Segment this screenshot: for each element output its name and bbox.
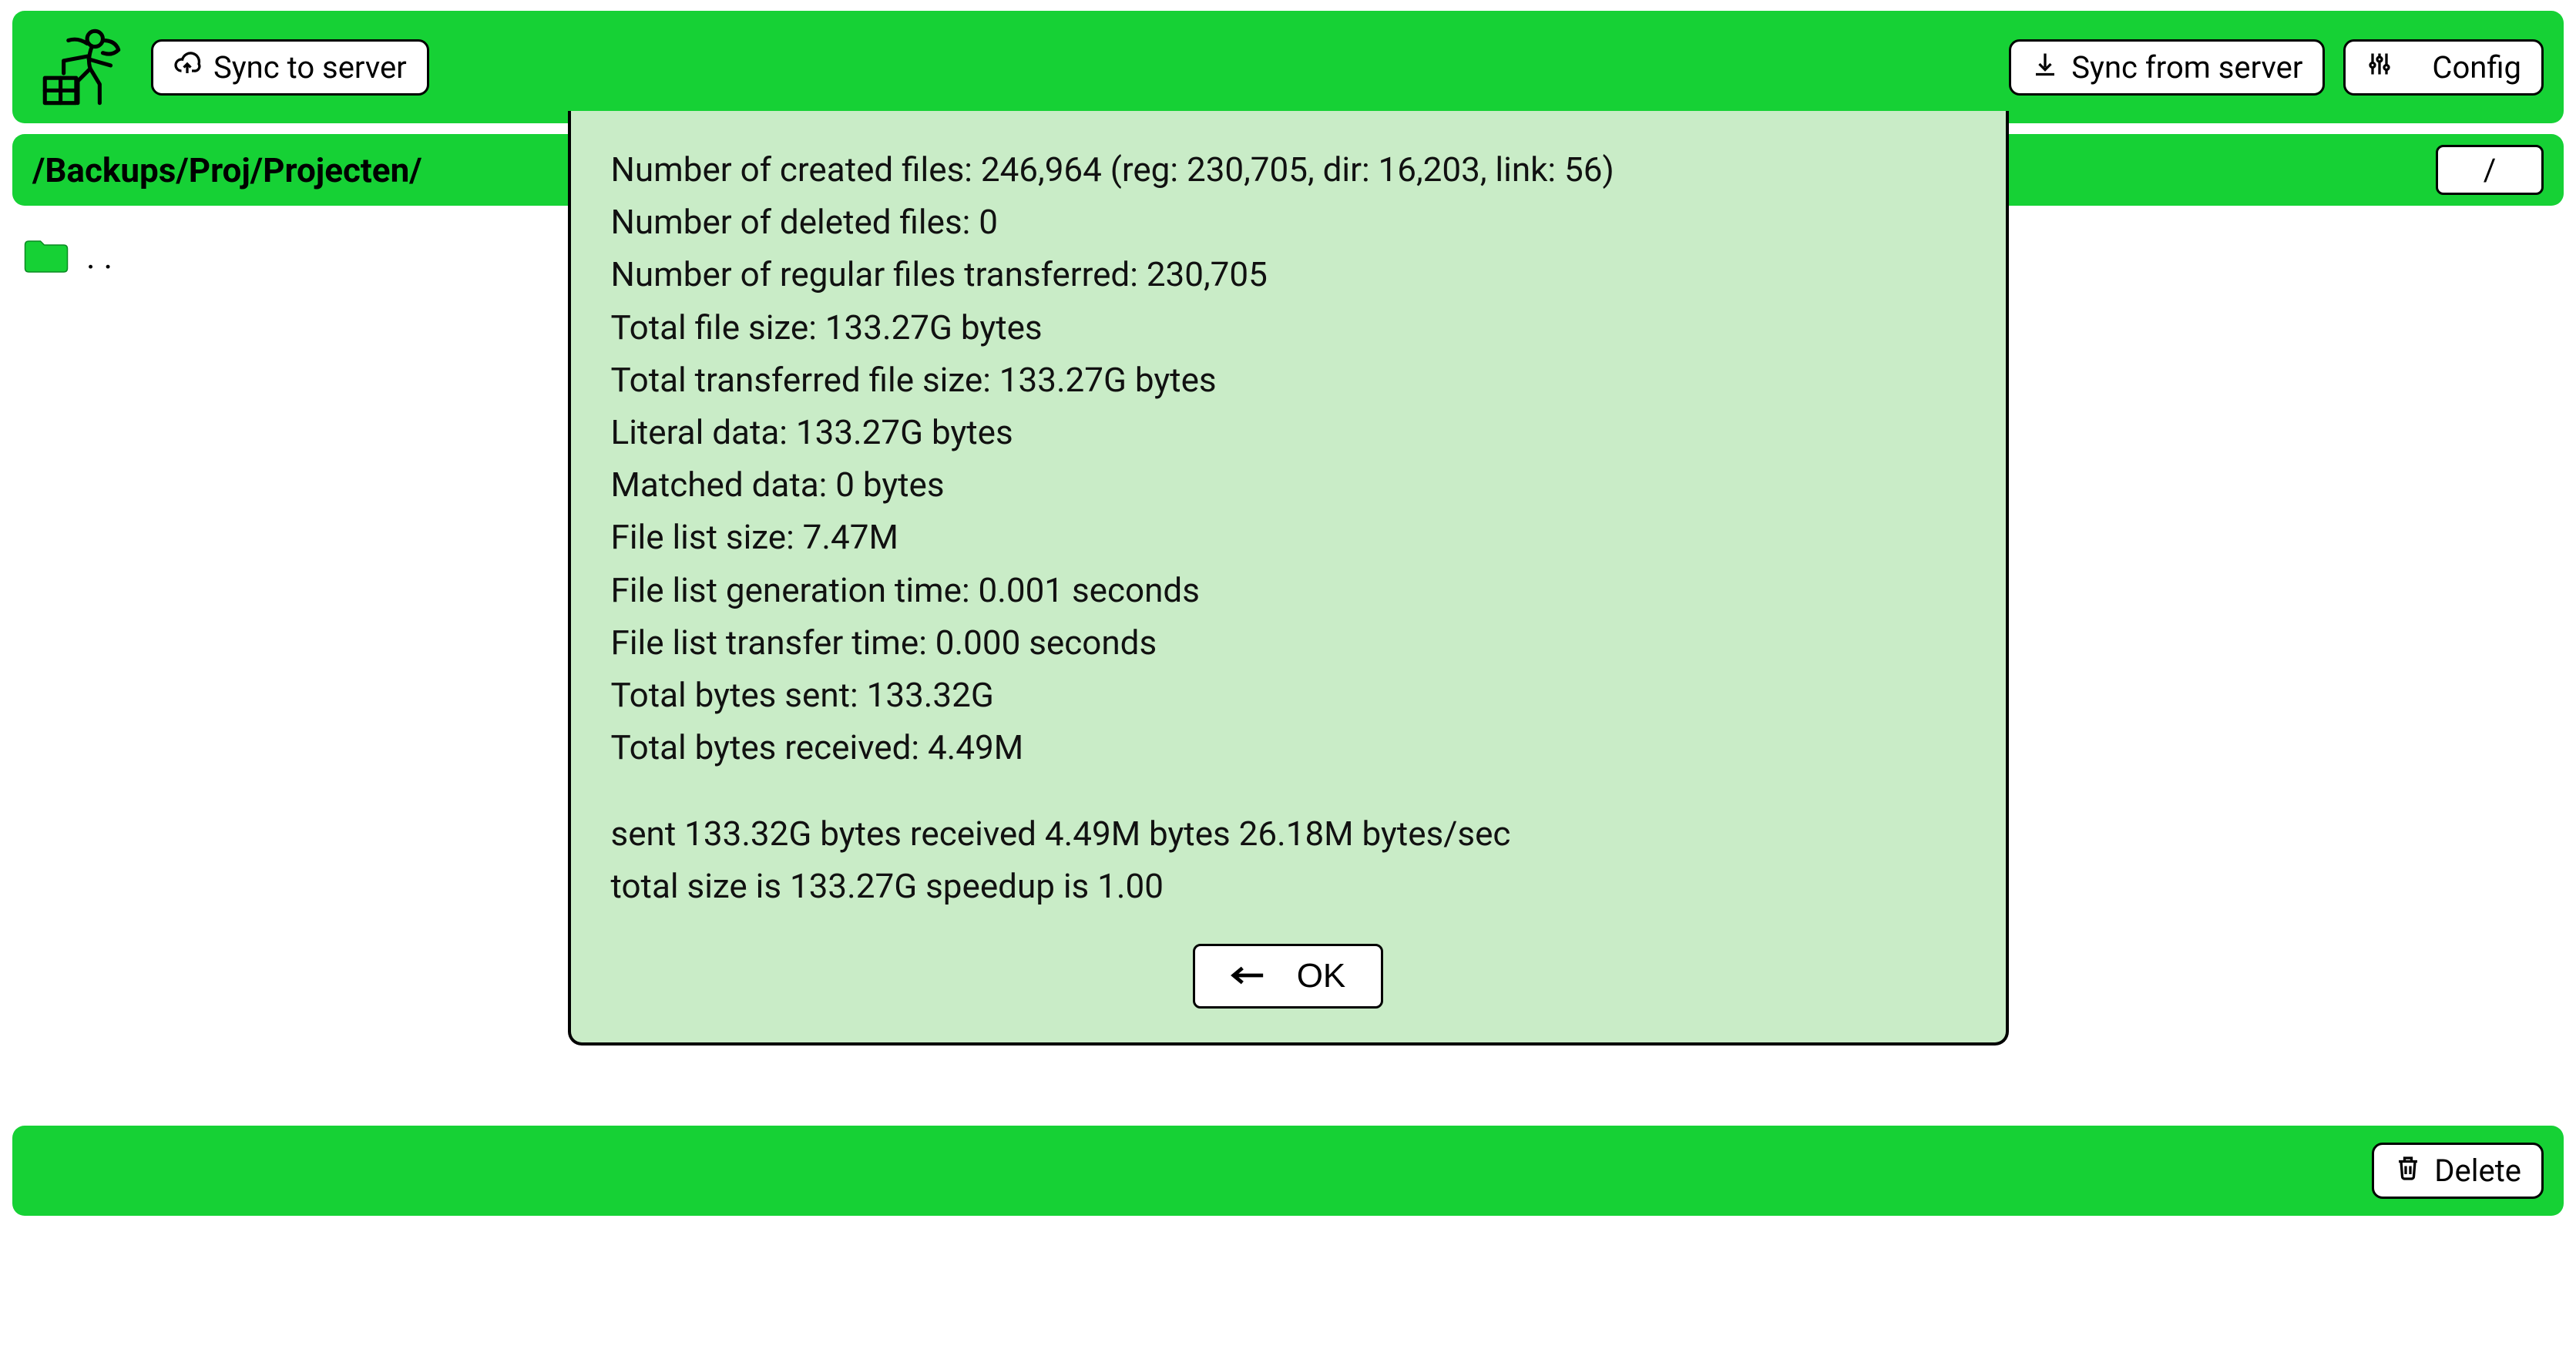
- log-line: Literal data: 133.27G bytes: [611, 406, 1966, 458]
- arrow-left-icon: [1231, 957, 1266, 995]
- sync-from-server-label: Sync from server: [2071, 49, 2302, 86]
- cloud-upload-icon: [173, 49, 201, 86]
- log-line: sent 133.32G bytes received 4.49M bytes …: [611, 807, 1966, 860]
- log-line: Total bytes received: 4.49M: [611, 721, 1966, 774]
- folder-icon: [23, 239, 69, 274]
- log-blank: [611, 774, 1966, 807]
- sliders-icon: [2366, 49, 2393, 86]
- log-line: Number of created files: 246,964 (reg: 2…: [611, 143, 1966, 196]
- log-line: File list transfer time: 0.000 seconds: [611, 616, 1966, 669]
- trash-icon: [2394, 1153, 2422, 1189]
- delete-button[interactable]: Delete: [2372, 1143, 2544, 1199]
- log-line: Total file size: 133.27G bytes: [611, 301, 1966, 354]
- footer-bar: Delete: [12, 1126, 2564, 1216]
- log-line: Number of deleted files: 0: [611, 196, 1966, 248]
- ok-label: OK: [1297, 957, 1346, 995]
- config-label: Config: [2432, 49, 2521, 86]
- current-path: /Backups/Proj/Projecten/: [32, 150, 422, 190]
- log-line: Matched data: 0 bytes: [611, 458, 1966, 511]
- app-logo-icon: [32, 25, 133, 109]
- log-line: total size is 133.27G speedup is 1.00: [611, 860, 1966, 912]
- log-line: Total bytes sent: 133.32G: [611, 669, 1966, 721]
- delete-label: Delete: [2434, 1153, 2521, 1189]
- list-item-name: . .: [86, 237, 113, 277]
- path-input[interactable]: /: [2436, 145, 2544, 195]
- log-line: Total transferred file size: 133.27G byt…: [611, 354, 1966, 406]
- sync-to-server-label: Sync to server: [213, 49, 407, 86]
- config-button[interactable]: Config: [2343, 39, 2544, 96]
- toolbar: Sync to server Sync from server Config: [12, 11, 2564, 123]
- sync-from-server-button[interactable]: Sync from server: [2009, 39, 2325, 96]
- download-icon: [2031, 49, 2059, 86]
- log-line: File list generation time: 0.001 seconds: [611, 564, 1966, 616]
- log-line: Number of regular files transferred: 230…: [611, 248, 1966, 300]
- sync-to-server-button[interactable]: Sync to server: [151, 39, 429, 96]
- ok-button[interactable]: OK: [1193, 944, 1384, 1009]
- log-line: File list size: 7.47M: [611, 511, 1966, 563]
- sync-result-dialog: Number of created files: 246,964 (reg: 2…: [568, 111, 2009, 1046]
